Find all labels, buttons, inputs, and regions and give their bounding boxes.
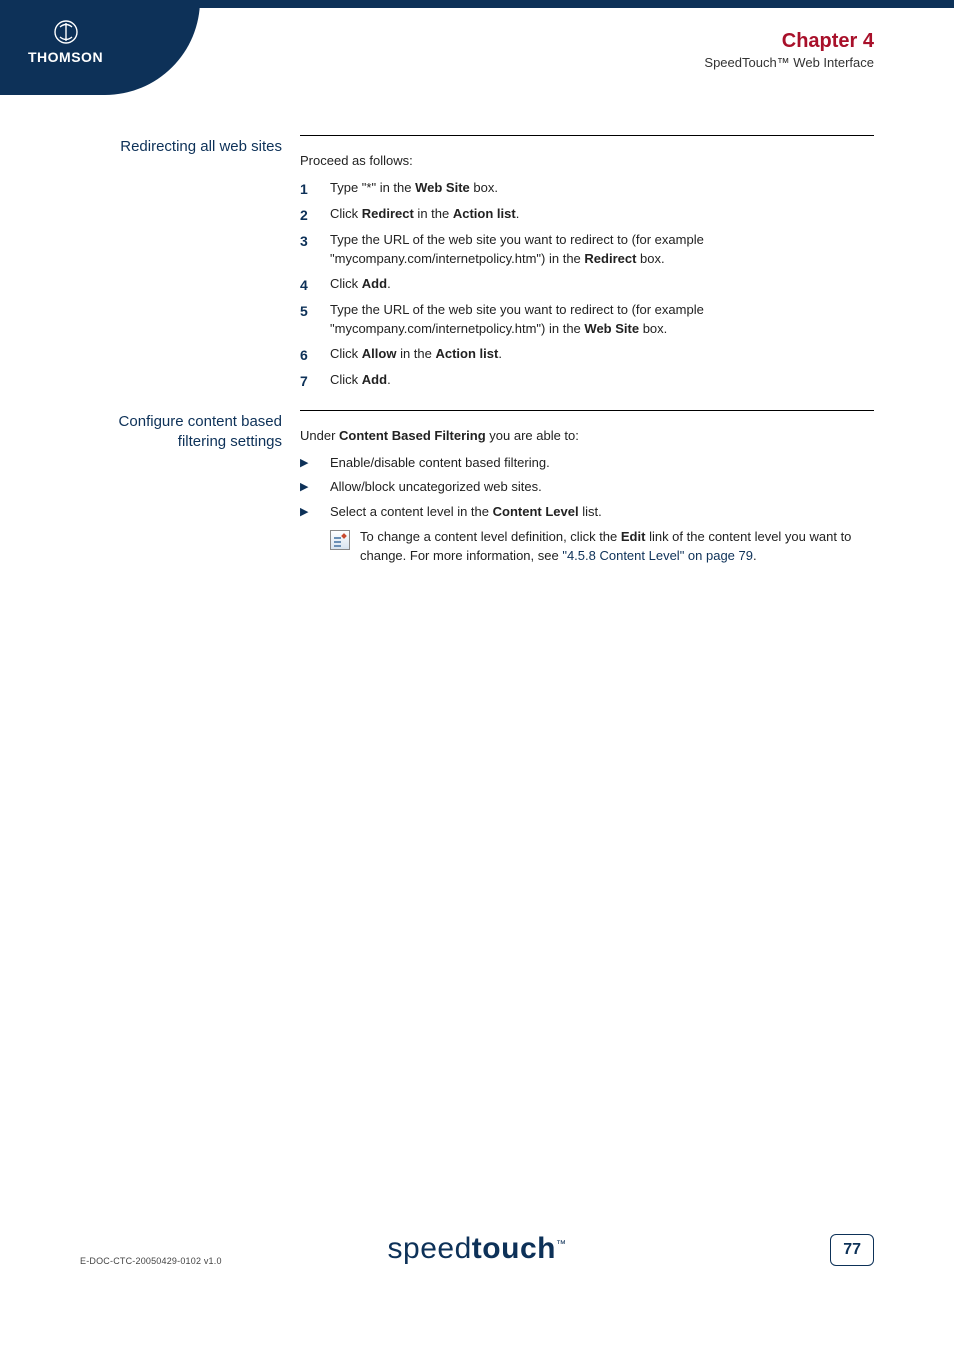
- thomson-emblem-icon: [54, 20, 78, 44]
- step-text: Click Allow in the Action list.: [330, 345, 874, 365]
- brand-bold: touch: [472, 1232, 556, 1265]
- step-num: 3: [300, 231, 330, 269]
- note-icon: [330, 528, 360, 566]
- step-text: Type "*" in the Web Site box.: [330, 179, 874, 199]
- section-label-redirecting: Redirecting all web sites: [80, 135, 300, 398]
- step-text: Click Add.: [330, 371, 874, 391]
- bullet-text: Allow/block uncategorized web sites.: [330, 478, 874, 497]
- step-num: 6: [300, 345, 330, 365]
- brand-light: speed: [388, 1232, 472, 1265]
- page-number: 77: [830, 1234, 874, 1266]
- step-text: Click Add.: [330, 275, 874, 295]
- step-num: 2: [300, 205, 330, 225]
- filtering-bullets: ▶ Enable/disable content based filtering…: [300, 454, 874, 523]
- step-num: 7: [300, 371, 330, 391]
- page-header: Chapter 4 SpeedTouch™ Web Interface: [704, 30, 874, 70]
- section-divider: [300, 410, 874, 411]
- step-6: 6 Click Allow in the Action list.: [300, 345, 874, 365]
- chapter-subtitle: SpeedTouch™ Web Interface: [704, 55, 874, 70]
- bullet-text: Enable/disable content based filtering.: [330, 454, 874, 473]
- step-text: Type the URL of the web site you want to…: [330, 301, 874, 339]
- section-filtering: Configure content based filtering settin…: [80, 410, 874, 566]
- step-3: 3 Type the URL of the web site you want …: [300, 231, 874, 269]
- section-divider: [300, 135, 874, 136]
- chapter-title: Chapter 4: [704, 30, 874, 53]
- section1-intro: Proceed as follows:: [300, 152, 874, 171]
- bullet-2: ▶ Allow/block uncategorized web sites.: [300, 478, 874, 497]
- step-7: 7 Click Add.: [300, 371, 874, 391]
- step-num: 1: [300, 179, 330, 199]
- thomson-logo: THOMSON: [0, 0, 200, 95]
- speedtouch-logo: speedtouch™: [388, 1232, 567, 1266]
- bullet-text: Select a content level in the Content Le…: [330, 503, 874, 522]
- page-footer: E-DOC-CTC-20050429-0102 v1.0 speedtouch™…: [80, 1221, 874, 1266]
- step-num: 4: [300, 275, 330, 295]
- bullet-3: ▶ Select a content level in the Content …: [300, 503, 874, 522]
- section2-intro: Under Content Based Filtering you are ab…: [300, 427, 874, 446]
- section-label-filtering: Configure content based filtering settin…: [80, 410, 300, 566]
- doc-reference: E-DOC-CTC-20050429-0102 v1.0: [80, 1256, 222, 1266]
- bullet-marker-icon: ▶: [300, 454, 330, 473]
- brand-tm: ™: [556, 1239, 567, 1250]
- bullet-1: ▶ Enable/disable content based filtering…: [300, 454, 874, 473]
- thomson-logo-text: THOMSON: [28, 49, 103, 65]
- content-level-xref[interactable]: "4.5.8 Content Level" on page 79: [562, 548, 753, 563]
- step-num: 5: [300, 301, 330, 339]
- step-text: Type the URL of the web site you want to…: [330, 231, 874, 269]
- step-2: 2 Click Redirect in the Action list.: [300, 205, 874, 225]
- redirect-steps: 1 Type "*" in the Web Site box. 2 Click …: [300, 179, 874, 392]
- note-block: To change a content level definition, cl…: [300, 528, 874, 566]
- step-1: 1 Type "*" in the Web Site box.: [300, 179, 874, 199]
- step-text: Click Redirect in the Action list.: [330, 205, 874, 225]
- step-5: 5 Type the URL of the web site you want …: [300, 301, 874, 339]
- section-redirecting: Redirecting all web sites Proceed as fol…: [80, 135, 874, 398]
- step-4: 4 Click Add.: [300, 275, 874, 295]
- note-text: To change a content level definition, cl…: [360, 528, 874, 566]
- bullet-marker-icon: ▶: [300, 478, 330, 497]
- bullet-marker-icon: ▶: [300, 503, 330, 522]
